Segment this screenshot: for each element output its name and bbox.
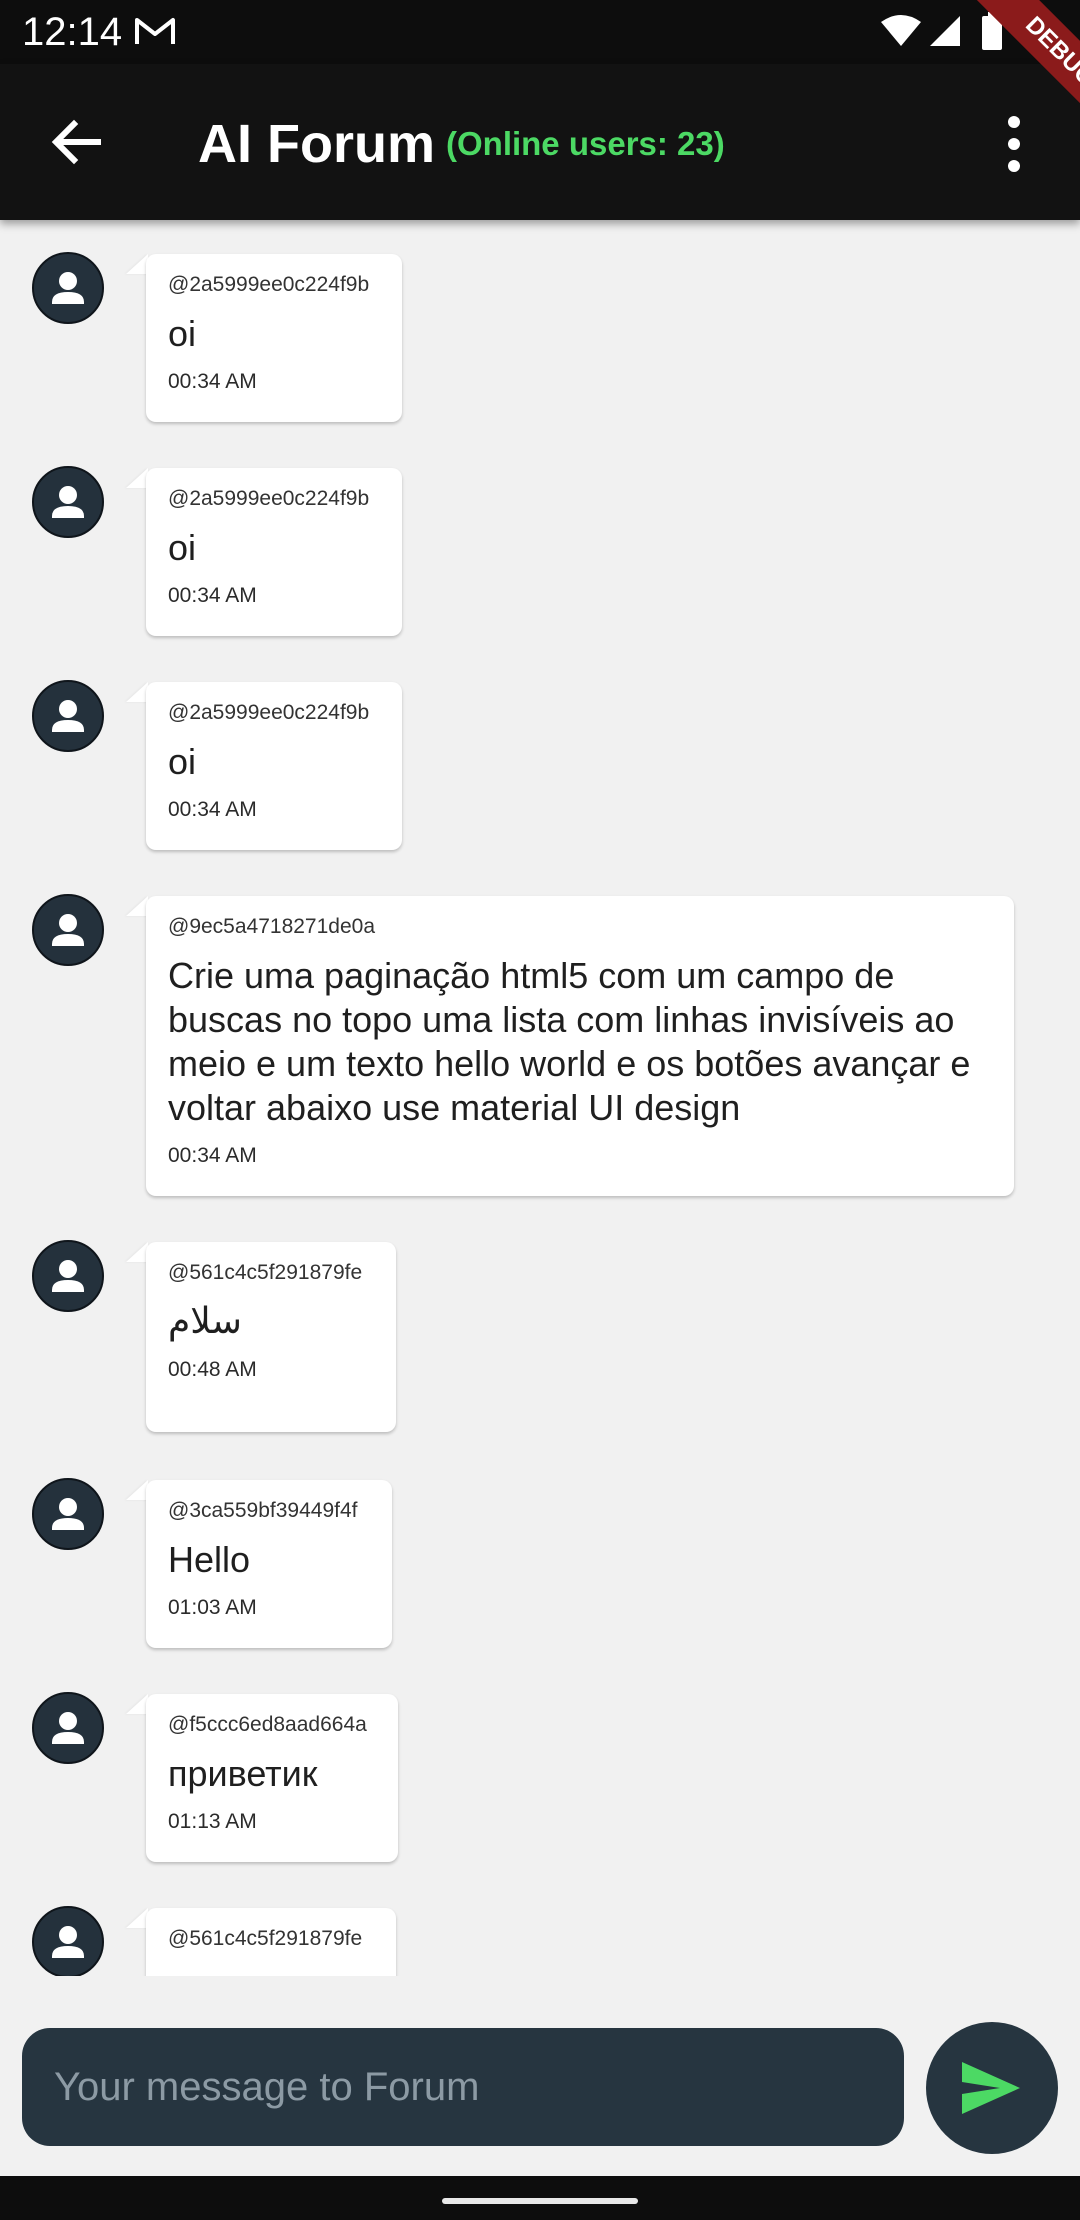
message-author: @9ec5a4718271de0a bbox=[168, 915, 376, 938]
app-bar: AI Forum (Online users: 23) bbox=[0, 64, 1080, 220]
status-bar: 12:14 bbox=[0, 0, 1080, 64]
message-bubble: @9ec5a4718271de0a Crie uma paginação htm… bbox=[146, 896, 1014, 1196]
back-button[interactable] bbox=[36, 102, 116, 182]
message-time: 01:03 AM bbox=[168, 1596, 257, 1619]
bubble-tail bbox=[126, 1908, 148, 1928]
home-indicator[interactable] bbox=[442, 2198, 638, 2204]
more-vert-icon bbox=[1008, 116, 1020, 172]
message-author: @561c4c5f291879fe bbox=[168, 1261, 363, 1284]
message-bubble: @2a5999ee0c224f9b oi 00:34 AM bbox=[146, 468, 402, 636]
gmail-icon bbox=[135, 18, 175, 44]
person-icon bbox=[52, 914, 84, 946]
message-author: @3ca559bf39449f4f bbox=[168, 1499, 358, 1522]
message-author: @2a5999ee0c224f9b bbox=[168, 487, 370, 510]
bubble-tail bbox=[126, 468, 148, 488]
message-bubble: @f5ccc6ed8aad664a приветик 01:13 AM bbox=[146, 1694, 398, 1862]
screen: 12:14 AI Forum (Online users: 23) DEBUG … bbox=[0, 0, 1080, 2220]
avatar bbox=[32, 894, 104, 966]
message-author: @561c4c5f291879fe bbox=[168, 1927, 363, 1950]
message-text: приветик bbox=[168, 1753, 318, 1794]
avatar bbox=[32, 466, 104, 538]
message-bubble: @3ca559bf39449f4f Hello 01:03 AM bbox=[146, 1480, 392, 1648]
person-icon bbox=[52, 272, 84, 304]
message-author: @2a5999ee0c224f9b bbox=[168, 701, 370, 724]
avatar bbox=[32, 1692, 104, 1764]
avatar bbox=[32, 1240, 104, 1312]
message-text: سلام bbox=[168, 1301, 242, 1342]
message-time: 00:34 AM bbox=[168, 798, 257, 821]
message-time: 00:34 AM bbox=[168, 1144, 257, 1167]
bubble-tail bbox=[126, 1242, 148, 1262]
message-input[interactable] bbox=[22, 2028, 904, 2146]
person-icon bbox=[52, 1260, 84, 1292]
avatar bbox=[32, 680, 104, 752]
online-users-count: (Online users: 23) bbox=[446, 125, 725, 162]
bubble-tail bbox=[126, 1480, 148, 1500]
message-author: @f5ccc6ed8aad664a bbox=[168, 1713, 367, 1736]
bubble-tail bbox=[126, 682, 148, 702]
message-list[interactable]: @2a5999ee0c224f9b oi 00:34 AM @2a5999ee0… bbox=[0, 220, 1080, 1976]
message-time: 00:48 AM bbox=[168, 1358, 257, 1381]
status-time: 12:14 bbox=[22, 10, 123, 54]
send-button[interactable] bbox=[926, 2022, 1058, 2154]
bubble-tail bbox=[126, 1694, 148, 1714]
composer bbox=[0, 1976, 1080, 2176]
bubble-tail bbox=[126, 896, 148, 916]
message-text: oi bbox=[168, 741, 197, 782]
more-options-button[interactable] bbox=[984, 108, 1044, 180]
message-time: 00:34 AM bbox=[168, 370, 257, 393]
message-text: oi bbox=[168, 313, 197, 354]
page-title: AI Forum bbox=[198, 114, 435, 174]
message-bubble: @2a5999ee0c224f9b oi 00:34 AM bbox=[146, 682, 402, 850]
wifi-icon bbox=[881, 15, 921, 46]
person-icon bbox=[52, 1926, 84, 1958]
message-author: @2a5999ee0c224f9b bbox=[168, 273, 370, 296]
message-time: 01:13 AM bbox=[168, 1810, 257, 1833]
avatar bbox=[32, 1478, 104, 1550]
message-text: Hello bbox=[168, 1539, 251, 1580]
system-nav-bar bbox=[0, 2176, 1080, 2220]
avatar bbox=[32, 252, 104, 324]
person-icon bbox=[52, 486, 84, 518]
person-icon bbox=[52, 1498, 84, 1530]
bubble-tail bbox=[126, 254, 148, 274]
message-time: 00:34 AM bbox=[168, 584, 257, 607]
avatar bbox=[32, 1906, 104, 1976]
message-bubble: @561c4c5f291879fe bbox=[146, 1908, 396, 1976]
message-text: Crie uma paginação html5 com um campo de… bbox=[168, 955, 971, 1128]
person-icon bbox=[52, 1712, 84, 1744]
send-icon bbox=[962, 2062, 1020, 2114]
message-bubble: @561c4c5f291879fe سلام 00:48 AM bbox=[146, 1242, 396, 1432]
person-icon bbox=[52, 700, 84, 732]
message-text: oi bbox=[168, 527, 197, 568]
cell-signal-icon bbox=[930, 16, 960, 46]
message-bubble: @2a5999ee0c224f9b oi 00:34 AM bbox=[146, 254, 402, 422]
arrow-back-icon bbox=[51, 119, 101, 165]
